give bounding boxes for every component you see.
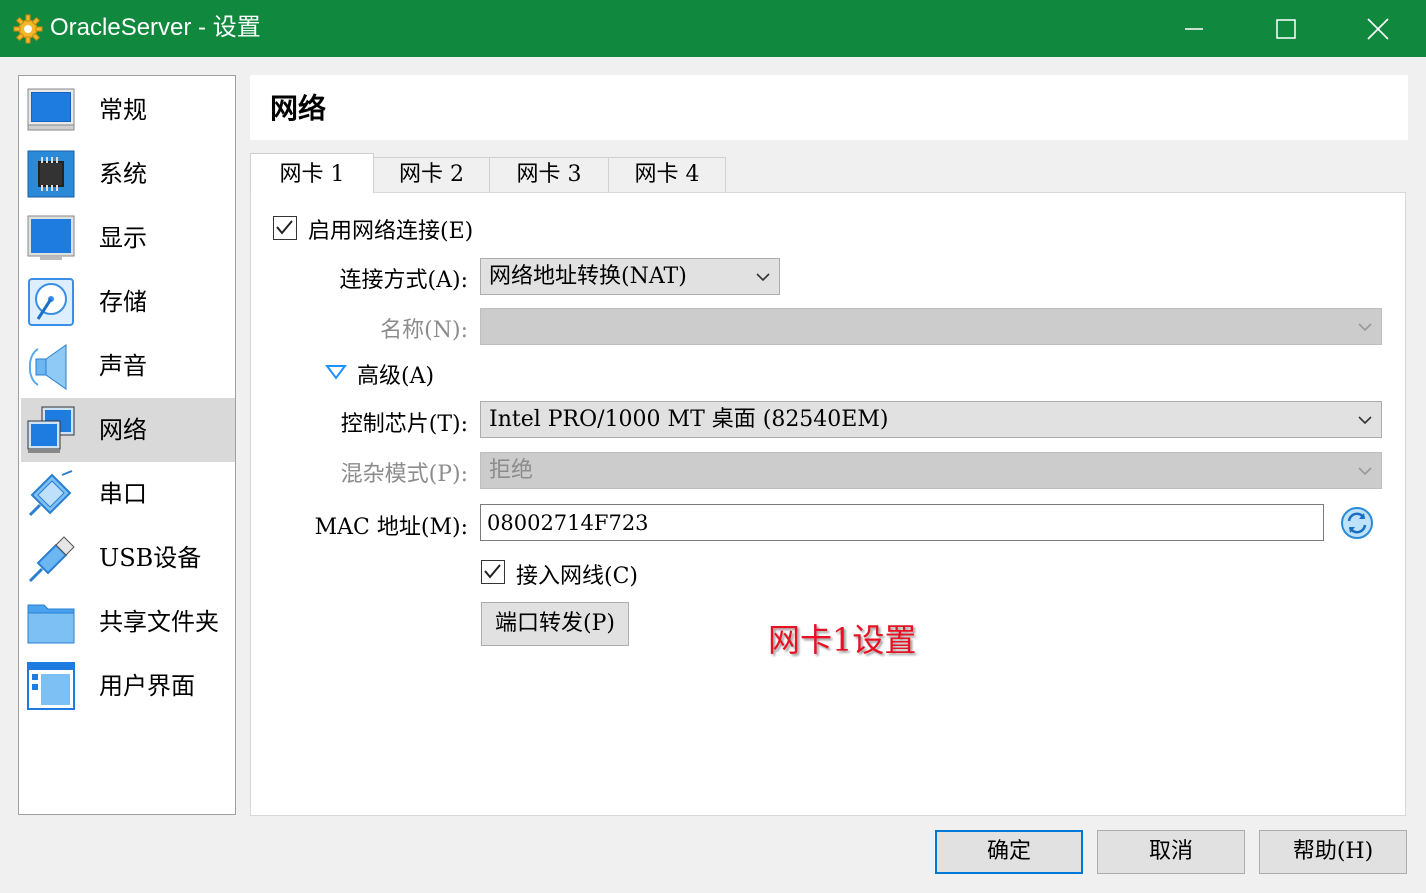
sidebar-item-storage[interactable]: 存储 xyxy=(21,270,235,334)
close-icon xyxy=(1367,17,1389,40)
sidebar-item-shared-folders[interactable]: 共享文件夹 xyxy=(21,590,235,654)
sidebar-item-label: 串口 xyxy=(99,480,147,508)
promiscuous-mode-value: 拒绝 xyxy=(489,458,534,483)
cable-connected-label: 接入网线(C) xyxy=(516,564,638,589)
chevron-down-icon xyxy=(1358,415,1372,424)
network-icon xyxy=(27,406,75,453)
sidebar-item-label: 网络 xyxy=(99,416,147,444)
refresh-mac-icon[interactable] xyxy=(1340,506,1374,540)
sidebar-item-serial[interactable]: 串口 xyxy=(21,462,235,526)
mac-address-label: MAC 地址(M): xyxy=(314,515,468,540)
sidebar-item-label: 常规 xyxy=(99,96,147,124)
adapter-type-value: Intel PRO/1000 MT 桌面 (82540EM) xyxy=(489,407,889,432)
ok-button[interactable]: 确定 xyxy=(935,830,1083,874)
sidebar-item-label: 声音 xyxy=(99,352,147,380)
cable-connected-checkbox[interactable] xyxy=(481,560,505,584)
sidebar-item-display[interactable]: 显示 xyxy=(21,206,235,270)
promiscuous-mode-select[interactable]: 拒绝 xyxy=(480,452,1382,489)
sidebar-item-system[interactable]: 系统 xyxy=(21,142,235,206)
settings-sidebar: 常规 系统 显示 存储 声音 网络 串口 USB设备 共享文件夹 用户界面 xyxy=(18,75,236,815)
system-chip-icon xyxy=(27,150,75,198)
adapter-type-select[interactable]: Intel PRO/1000 MT 桌面 (82540EM) xyxy=(480,401,1382,438)
page-title: 网络 xyxy=(270,92,327,125)
enable-adapter-checkbox[interactable] xyxy=(273,216,297,240)
promiscuous-mode-label: 混杂模式(P): xyxy=(340,462,468,487)
minimize-icon xyxy=(1185,27,1203,30)
name-label: 名称(N): xyxy=(380,318,468,343)
minimize-button[interactable] xyxy=(1148,0,1240,57)
tab-adapter-3[interactable]: 网卡 3 xyxy=(489,157,609,192)
sidebar-item-label: 用户界面 xyxy=(99,672,195,700)
tab-adapter-4[interactable]: 网卡 4 xyxy=(608,157,726,192)
general-monitor-icon xyxy=(27,88,75,131)
attached-to-label: 连接方式(A): xyxy=(339,268,468,293)
sidebar-item-general[interactable]: 常规 xyxy=(21,78,235,142)
window-title: OracleServer - 设置 xyxy=(50,14,261,41)
sidebar-item-label: USB设备 xyxy=(99,544,202,572)
chevron-down-icon xyxy=(1358,466,1372,475)
attached-to-select[interactable]: 网络地址转换(NAT) xyxy=(480,258,780,295)
cancel-button[interactable]: 取消 xyxy=(1097,830,1245,874)
expand-triangle-icon[interactable] xyxy=(325,364,347,380)
annotation-text: 网卡1设置 xyxy=(768,621,917,659)
chevron-down-icon xyxy=(1358,322,1372,331)
close-button[interactable] xyxy=(1332,0,1424,57)
display-monitor-icon xyxy=(27,215,75,260)
attached-to-value: 网络地址转换(NAT) xyxy=(489,264,687,289)
page-header: 网络 xyxy=(250,75,1408,140)
sidebar-item-network[interactable]: 网络 xyxy=(21,398,235,462)
sidebar-item-label: 共享文件夹 xyxy=(99,608,219,636)
enable-adapter-label: 启用网络连接(E) xyxy=(308,219,474,244)
sidebar-item-label: 显示 xyxy=(99,224,147,252)
shared-folder-icon xyxy=(27,604,75,644)
tab-adapter-2[interactable]: 网卡 2 xyxy=(373,157,490,192)
sidebar-item-label: 存储 xyxy=(99,288,147,316)
tab-adapter-1[interactable]: 网卡 1 xyxy=(250,153,374,193)
usb-icon xyxy=(28,536,75,583)
storage-disk-icon xyxy=(28,278,74,326)
audio-speaker-icon xyxy=(28,344,67,390)
checkmark-icon xyxy=(276,220,293,235)
chevron-down-icon xyxy=(756,272,770,281)
user-interface-icon xyxy=(27,662,75,710)
help-button[interactable]: 帮助(H) xyxy=(1259,830,1407,874)
name-select[interactable] xyxy=(480,308,1382,345)
maximize-button[interactable] xyxy=(1240,0,1332,57)
serial-port-icon xyxy=(28,470,73,517)
adapter-type-label: 控制芯片(T): xyxy=(340,412,468,437)
advanced-toggle-label[interactable]: 高级(A) xyxy=(357,358,434,390)
title-bar: OracleServer - 设置 xyxy=(0,0,1426,57)
virtualbox-gear-icon xyxy=(13,14,43,44)
sidebar-item-audio[interactable]: 声音 xyxy=(21,334,235,398)
port-forwarding-button[interactable]: 端口转发(P) xyxy=(481,602,629,646)
maximize-icon xyxy=(1276,18,1296,39)
mac-address-input[interactable] xyxy=(480,504,1324,541)
checkmark-icon xyxy=(484,564,501,579)
sidebar-item-user-interface[interactable]: 用户界面 xyxy=(21,654,235,718)
sidebar-item-label: 系统 xyxy=(99,160,147,188)
sidebar-item-usb[interactable]: USB设备 xyxy=(21,526,235,590)
